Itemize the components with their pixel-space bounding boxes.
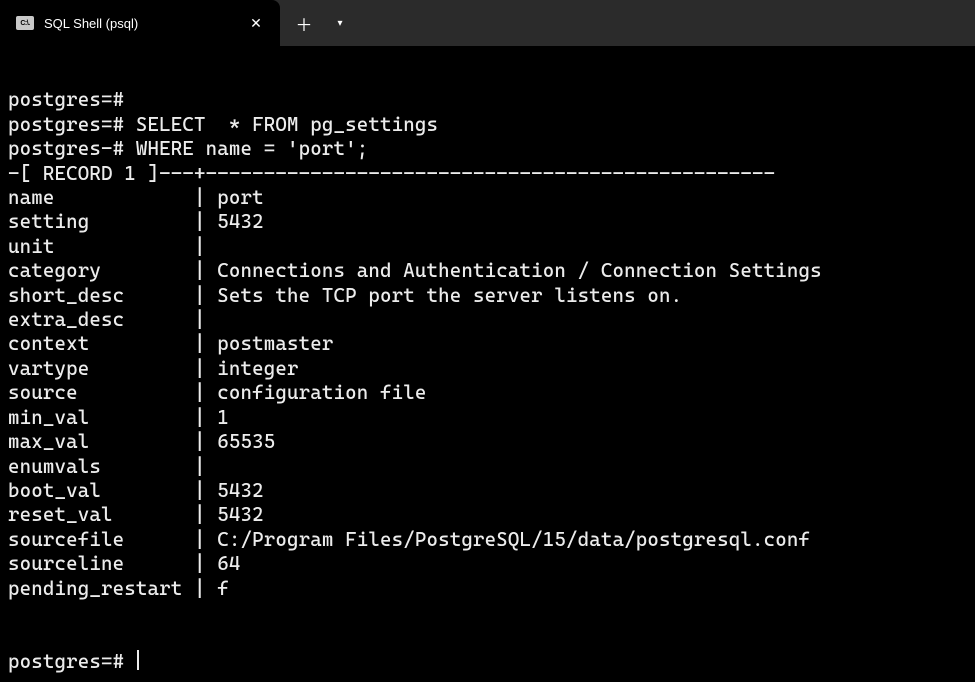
terminal-lines: postgres=# postgres=# SELECT * FROM pg_s…: [8, 88, 822, 599]
close-icon[interactable]: ✕: [246, 13, 266, 33]
new-tab-button[interactable]: ＋: [286, 0, 322, 46]
tab-title: SQL Shell (psql): [44, 16, 236, 31]
chevron-down-icon: ▾: [337, 18, 342, 29]
terminal-prompt: postgres=#: [8, 650, 136, 673]
title-actions: ＋ ▾: [280, 0, 358, 46]
terminal-output[interactable]: postgres=# postgres=# SELECT * FROM pg_s…: [0, 46, 975, 682]
cursor: [137, 650, 139, 670]
tab-sql-shell[interactable]: C:\. SQL Shell (psql) ✕: [0, 0, 280, 46]
tab-dropdown-button[interactable]: ▾: [322, 0, 358, 46]
plus-icon: ＋: [296, 11, 313, 36]
console-icon: C:\.: [16, 16, 34, 30]
title-bar: C:\. SQL Shell (psql) ✕ ＋ ▾: [0, 0, 975, 46]
